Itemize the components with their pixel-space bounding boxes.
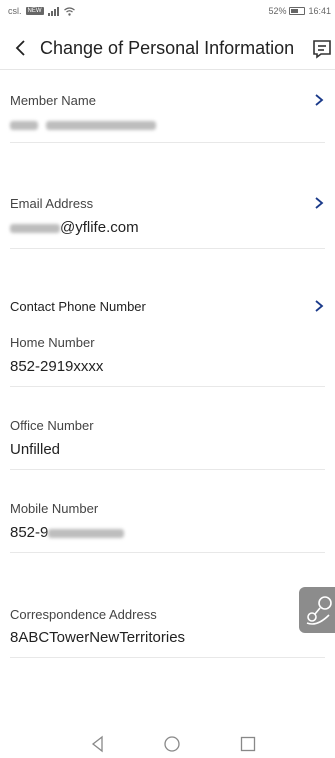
status-right: 52% 16:41 [268,6,331,16]
assist-icon [306,596,332,625]
wifi-icon [63,6,75,16]
mobile-number-label: Mobile Number [10,501,99,516]
battery-percent: 52% [268,6,287,16]
page-title: Change of Personal Information [40,38,295,58]
office-number-row: Office Number Unfilled [10,387,325,470]
contact-phone-label: Contact Phone Number [10,299,146,314]
floating-assist-button[interactable] [299,587,335,633]
chevron-right-icon [315,300,324,312]
home-circle-icon[interactable] [162,734,182,754]
signal-icon [47,6,59,16]
office-number-value: Unfilled [10,441,61,458]
email-domain: @yflife.com [60,219,139,236]
email-value: @yflife.com [10,219,139,236]
address-value: 8ABCTowerNewTerritories [10,629,186,646]
chevron-right-icon [315,197,324,209]
member-name-label: Member Name [10,93,96,108]
address-row: Correspondence Address 8ABCTowerNewTerri… [10,553,325,658]
home-number-label: Home Number [10,335,95,350]
system-nav-bar [0,730,335,758]
recents-square-icon[interactable] [238,734,258,754]
feedback-button[interactable] [311,38,333,60]
app-header: Change of Personal Information [0,28,335,70]
email-row[interactable]: Email Address @yflife.com [10,143,325,249]
status-bar: csl. NEW 52% 16:41 [0,0,335,24]
member-name-value [10,116,157,133]
back-button[interactable] [8,34,32,62]
status-left: csl. NEW [8,6,75,16]
email-label: Email Address [10,196,94,211]
carrier-name: csl. [8,6,22,16]
back-triangle-icon[interactable] [88,734,108,754]
mobile-number-prefix: 852-9 [10,524,49,541]
address-label: Correspondence Address [10,607,157,622]
mobile-number-value: 852-9 [10,524,125,541]
member-name-row[interactable]: Member Name [10,71,325,143]
feedback-icon [313,40,331,59]
chevron-left-icon [15,40,25,56]
chevron-right-icon [315,94,324,106]
clock: 16:41 [308,6,331,16]
office-number-label: Office Number [10,418,94,433]
contact-phone-row[interactable]: Contact Phone Number [10,249,325,329]
mobile-number-row: Mobile Number 852-9 [10,470,325,553]
carrier-badge: NEW [25,7,44,15]
home-number-value: 852-2919xxxx [10,358,104,375]
home-number-row: Home Number 852-2919xxxx [10,329,325,387]
battery-icon [289,7,306,15]
